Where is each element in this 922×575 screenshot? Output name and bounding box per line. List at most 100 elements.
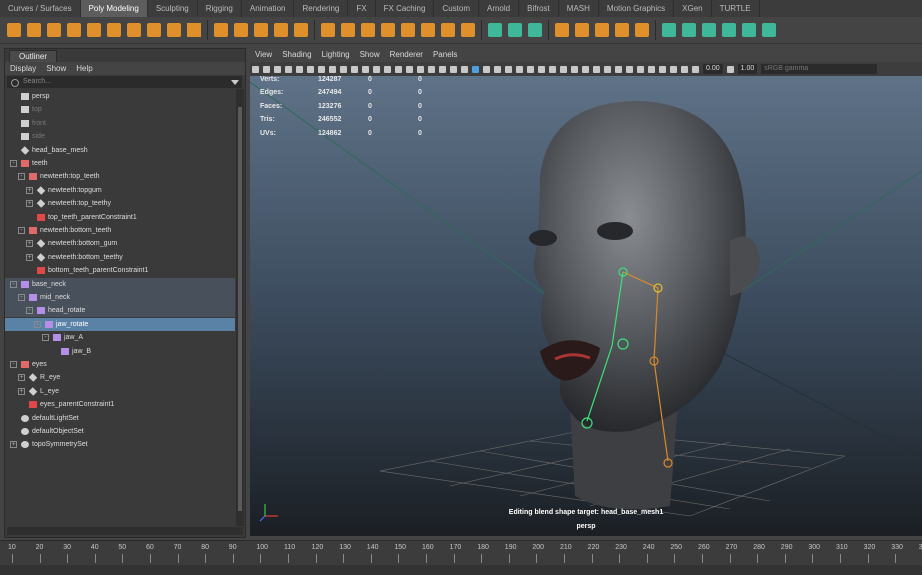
smooth-icon[interactable] xyxy=(254,23,268,37)
bevel-icon[interactable] xyxy=(361,23,375,37)
expand-icon[interactable]: + xyxy=(10,441,17,449)
shelf-tab-turtle[interactable]: TURTLE xyxy=(712,0,760,17)
search-dropdown-icon[interactable] xyxy=(231,80,239,85)
texel-density-icon[interactable] xyxy=(635,23,649,37)
relax-icon[interactable] xyxy=(702,23,716,37)
outliner-menu-show[interactable]: Show xyxy=(41,62,71,75)
outliner-row[interactable]: + newteeth:topgum xyxy=(5,184,235,197)
outliner-row[interactable]: eyes_parentConstraint1 xyxy=(5,398,235,411)
layout-icon[interactable] xyxy=(615,23,629,37)
text-icon[interactable] xyxy=(187,23,201,37)
outliner-row[interactable]: persp xyxy=(5,90,235,103)
outliner-horizontal-scrollbar[interactable] xyxy=(7,527,243,535)
append-icon[interactable] xyxy=(381,23,395,37)
unfold-icon[interactable] xyxy=(595,23,609,37)
shelf-tab-rendering[interactable]: Rendering xyxy=(294,0,349,17)
outliner-row[interactable]: + topoSymmetrySet xyxy=(5,438,235,451)
outliner-row[interactable]: top xyxy=(5,103,235,116)
shelf-tab-curves-surfaces[interactable]: Curves / Surfaces xyxy=(0,0,81,17)
cone-icon[interactable] xyxy=(67,23,81,37)
gamma-icon[interactable] xyxy=(726,65,734,73)
viewport-tool-icon[interactable] xyxy=(582,65,589,73)
bridge-icon[interactable] xyxy=(341,23,355,37)
viewport-tool-icon[interactable] xyxy=(560,65,567,73)
viewport-tool-icon[interactable] xyxy=(527,65,534,73)
pinch-icon[interactable] xyxy=(742,23,756,37)
outliner-row[interactable]: side xyxy=(5,130,235,143)
sculpt-icon[interactable] xyxy=(662,23,676,37)
outliner-row[interactable]: + L_eye xyxy=(5,385,235,398)
outliner-row[interactable]: - jaw_A xyxy=(5,331,235,344)
outliner-row[interactable]: defaultObjectSet xyxy=(5,425,235,438)
viewport-tool-icon[interactable] xyxy=(450,65,457,73)
viewport-3d[interactable]: Verts: 124287 0 0 Edges: 247494 0 0 Faces: 123276… xyxy=(250,76,922,536)
outliner-row[interactable]: - eyes xyxy=(5,358,235,371)
viewport-tool-icon[interactable] xyxy=(549,65,556,73)
expand-icon[interactable]: + xyxy=(26,240,33,248)
viewport-tool-icon[interactable] xyxy=(626,65,633,73)
sew-uv-icon[interactable] xyxy=(575,23,589,37)
gamma-field[interactable]: 1.00 xyxy=(737,64,758,74)
expand-icon[interactable]: + xyxy=(18,387,25,395)
platonic-icon[interactable] xyxy=(147,23,161,37)
viewport-tool-icon[interactable] xyxy=(428,65,435,73)
viewport-menu-renderer[interactable]: Renderer xyxy=(385,48,428,62)
boolean-icon[interactable] xyxy=(274,23,288,37)
shelf-tab-custom[interactable]: Custom xyxy=(434,0,479,17)
cylinder-icon[interactable] xyxy=(47,23,61,37)
viewport-tool-icon[interactable] xyxy=(285,65,292,73)
shelf-tab-animation[interactable]: Animation xyxy=(242,0,295,17)
expand-icon[interactable]: + xyxy=(18,374,25,382)
outliner-row[interactable]: - newteeth:bottom_teeth xyxy=(5,224,235,237)
cut-uv-icon[interactable] xyxy=(555,23,569,37)
outliner-row[interactable]: + R_eye xyxy=(5,371,235,384)
viewport-tool-icon[interactable] xyxy=(263,65,270,73)
viewport-tool-icon[interactable] xyxy=(340,65,347,73)
viewport-tool-icon[interactable] xyxy=(692,65,699,73)
viewport-tool-icon[interactable] xyxy=(681,65,688,73)
smooth-brush-icon[interactable] xyxy=(682,23,696,37)
plane-icon[interactable] xyxy=(107,23,121,37)
collapse-icon[interactable]: - xyxy=(10,160,17,167)
color-space-dropdown[interactable]: sRGB gamma xyxy=(761,64,878,74)
sphere-icon[interactable] xyxy=(7,23,21,37)
outliner-row[interactable]: front xyxy=(5,117,235,130)
collapse-icon[interactable]: - xyxy=(18,227,25,234)
outliner-row[interactable]: + newteeth:top_teethy xyxy=(5,197,235,210)
viewport-tool-icon[interactable] xyxy=(604,65,611,73)
cube-icon[interactable] xyxy=(27,23,41,37)
outliner-menu-help[interactable]: Help xyxy=(71,62,97,75)
viewport-tool-icon[interactable] xyxy=(637,65,644,73)
collapse-icon[interactable]: - xyxy=(42,334,49,342)
viewport-tool-icon[interactable] xyxy=(351,65,358,73)
time-slider[interactable]: 10 20 30 40 50 60 70 80 90 100 110 120 130 140 150 160 1… xyxy=(0,540,922,565)
viewport-tool-icon[interactable] xyxy=(395,65,402,73)
viewport-tool-icon[interactable] xyxy=(659,65,666,73)
viewport-tool-icon[interactable] xyxy=(329,65,336,73)
viewport-tool-icon[interactable] xyxy=(461,65,468,73)
viewport-tool-icon[interactable] xyxy=(615,65,622,73)
quad-draw-icon[interactable] xyxy=(461,23,475,37)
target-weld-icon[interactable] xyxy=(441,23,455,37)
grab-icon[interactable] xyxy=(722,23,736,37)
collapse-icon[interactable]: - xyxy=(34,320,41,328)
fill-hole-icon[interactable] xyxy=(401,23,415,37)
extrude-icon[interactable] xyxy=(321,23,335,37)
multi-cut-icon[interactable] xyxy=(421,23,435,37)
viewport-tool-icon[interactable] xyxy=(296,65,303,73)
viewport-tool-icon[interactable] xyxy=(494,65,501,73)
expand-icon[interactable]: + xyxy=(26,253,33,261)
viewport-tool-icon[interactable] xyxy=(571,65,578,73)
viewport-menu-view[interactable]: View xyxy=(250,48,277,62)
collapse-icon[interactable]: - xyxy=(18,173,25,181)
shelf-tab-xgen[interactable]: XGen xyxy=(674,0,712,17)
viewport-tool-icon[interactable] xyxy=(538,65,545,73)
shelf-tab-sculpting[interactable]: Sculpting xyxy=(148,0,198,17)
disc-icon[interactable] xyxy=(127,23,141,37)
viewport-menu-lighting[interactable]: Lighting xyxy=(317,48,355,62)
planar-map-icon[interactable] xyxy=(508,23,522,37)
viewport-tool-icon[interactable] xyxy=(417,65,424,73)
outliner-row[interactable]: + newteeth:bottom_gum xyxy=(5,237,235,250)
outliner-row[interactable]: jaw_B xyxy=(5,345,235,358)
shelf-tab-fx[interactable]: FX xyxy=(348,0,376,17)
